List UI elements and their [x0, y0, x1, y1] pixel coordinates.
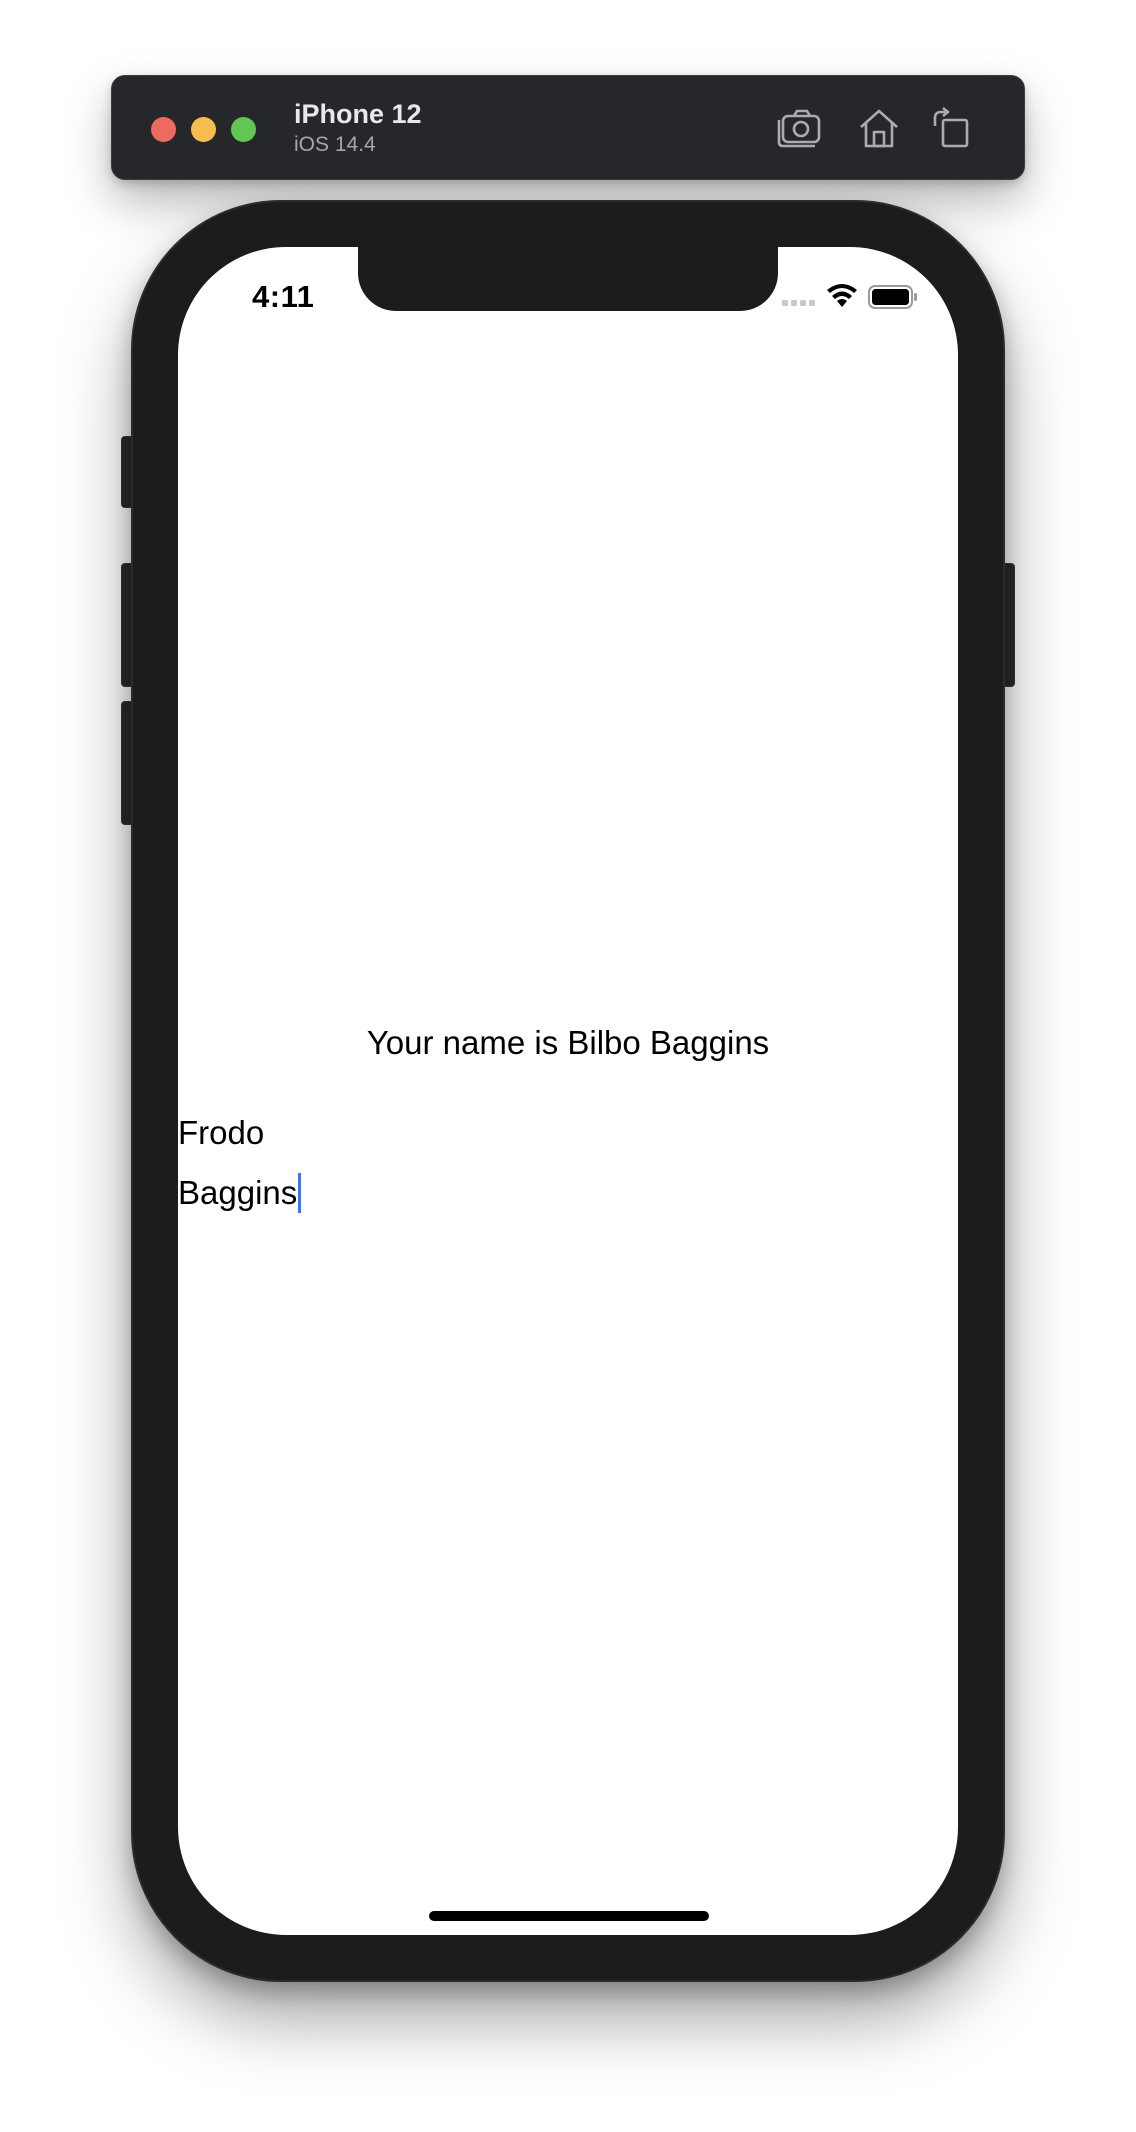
close-window-button[interactable] — [151, 117, 176, 142]
first-name-field[interactable]: Frodo — [178, 1105, 958, 1161]
home-indicator[interactable] — [429, 1911, 709, 1921]
rotate-icon[interactable] — [927, 106, 975, 150]
notch — [358, 247, 778, 311]
last-name-field[interactable]: Baggins — [178, 1165, 958, 1221]
simulator-os-version: iOS 14.4 — [294, 133, 376, 156]
signal-icon — [782, 300, 815, 306]
last-name-value: Baggins — [178, 1174, 298, 1211]
wifi-icon — [827, 284, 857, 307]
zoom-window-button[interactable] — [231, 117, 256, 142]
home-icon[interactable] — [855, 106, 903, 150]
minimize-window-button[interactable] — [191, 117, 216, 142]
battery-icon — [868, 285, 917, 309]
text-cursor — [298, 1173, 302, 1214]
screenshot-icon[interactable] — [777, 106, 825, 150]
device-screen: 4:11 Your name is Bilbo Baggins Frodo Ba… — [178, 247, 958, 1935]
greeting-label: Your name is Bilbo Baggins — [366, 1024, 770, 1061]
simulator-device-name: iPhone 12 — [294, 99, 422, 129]
status-time: 4:11 — [252, 279, 315, 314]
first-name-value: Frodo — [178, 1114, 265, 1151]
status-icons — [782, 283, 922, 313]
